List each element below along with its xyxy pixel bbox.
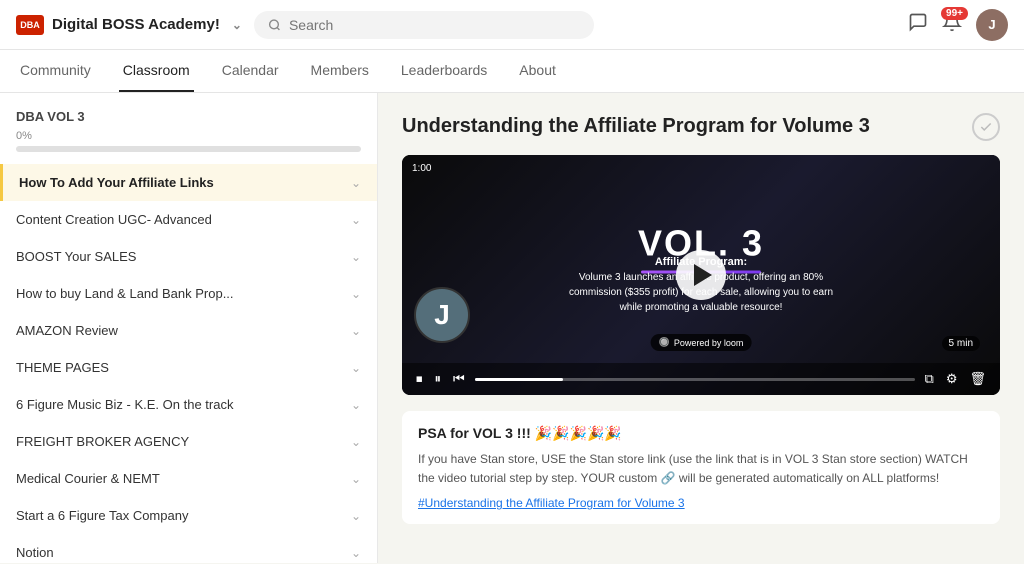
video-timestamp: 1:00 <box>412 163 431 174</box>
search-bar[interactable] <box>254 11 594 39</box>
duration-badge: 5 min <box>942 336 980 351</box>
brand-icon: DBA <box>16 15 44 35</box>
progress-played <box>475 378 563 381</box>
chevron-icon-4: ⌄ <box>351 324 361 338</box>
nav-leaderboards[interactable]: Leaderboards <box>397 50 491 92</box>
brand-logo[interactable]: DBA Digital BOSS Academy! ⌄ <box>16 15 242 35</box>
video-controls: ⏹ ⏸ ⏮ ⧉ ⚙ 🗑 <box>402 363 1000 395</box>
avatar-j-letter: J <box>414 287 470 343</box>
topbar-right: 99+ J <box>908 9 1008 41</box>
topbar: DBA Digital BOSS Academy! ⌄ 99+ J <box>0 0 1024 50</box>
avatar[interactable]: J <box>976 9 1008 41</box>
course-label-9: Start a 6 Figure Tax Company <box>16 508 351 523</box>
pip-button[interactable]: ⧉ <box>923 369 936 389</box>
chat-icon <box>908 12 928 32</box>
course-label-5: THEME PAGES <box>16 360 351 375</box>
video-player[interactable]: 1:00 VOL. 3 Affiliate Program: Volume 3 … <box>402 155 1000 395</box>
pause-button[interactable]: ⏸ <box>433 369 444 389</box>
course-item-6[interactable]: 6 Figure Music Biz - K.E. On the track ⌄ <box>0 386 377 423</box>
course-label-6: 6 Figure Music Biz - K.E. On the track <box>16 397 351 412</box>
chevron-icon-10: ⌄ <box>351 546 361 560</box>
progress-label: 0% <box>16 130 361 142</box>
chevron-icon-0: ⌄ <box>351 176 361 190</box>
nav-about[interactable]: About <box>515 50 560 92</box>
nav-classroom[interactable]: Classroom <box>119 50 194 92</box>
rewind-button[interactable]: ⏮ <box>451 369 467 389</box>
course-label-1: Content Creation UGC- Advanced <box>16 212 351 227</box>
check-icon <box>979 120 993 134</box>
notification-badge: 99+ <box>941 7 968 20</box>
chevron-icon-1: ⌄ <box>351 213 361 227</box>
progress-bar-wrap: 0% <box>0 130 377 164</box>
course-item-1[interactable]: Content Creation UGC- Advanced ⌄ <box>0 201 377 238</box>
psa-body: If you have Stan store, USE the Stan sto… <box>418 450 984 488</box>
psa-title: PSA for VOL 3 !!! 🎉🎉🎉🎉🎉 <box>418 425 984 442</box>
stop-button[interactable]: ⏹ <box>414 369 425 389</box>
course-label-7: FREIGHT BROKER AGENCY <box>16 434 351 449</box>
course-label-2: BOOST Your SALES <box>16 249 351 264</box>
course-label-10: Notion <box>16 545 351 560</box>
chevron-icon-7: ⌄ <box>351 435 361 449</box>
chevron-icon-5: ⌄ <box>351 361 361 375</box>
nav-calendar[interactable]: Calendar <box>218 50 283 92</box>
sidebar-section-title: DBA VOL 3 <box>0 109 377 130</box>
course-item-10[interactable]: Notion ⌄ <box>0 534 377 563</box>
course-label-3: How to buy Land & Land Bank Prop... <box>16 286 351 301</box>
search-icon <box>268 18 281 32</box>
speaker-avatar: J <box>414 287 470 343</box>
video-title-row: Understanding the Affiliate Program for … <box>402 113 1000 141</box>
chevron-icon-9: ⌄ <box>351 509 361 523</box>
progress-track[interactable] <box>475 378 915 381</box>
chevron-icon-3: ⌄ <box>351 287 361 301</box>
search-input[interactable] <box>289 17 580 33</box>
course-label-4: AMAZON Review <box>16 323 351 338</box>
progress-bar <box>16 146 361 152</box>
nav-members[interactable]: Members <box>307 50 373 92</box>
course-label-0: How To Add Your Affiliate Links <box>19 175 351 190</box>
nav-community[interactable]: Community <box>16 50 95 92</box>
main-layout: DBA VOL 3 0% How To Add Your Affiliate L… <box>0 93 1024 563</box>
course-item-7[interactable]: FREIGHT BROKER AGENCY ⌄ <box>0 423 377 460</box>
chevron-icon-8: ⌄ <box>351 472 361 486</box>
chevron-down-icon: ⌄ <box>232 18 242 32</box>
complete-check[interactable] <box>972 113 1000 141</box>
play-button[interactable] <box>676 250 726 300</box>
course-label-8: Medical Courier & NEMT <box>16 471 351 486</box>
chat-button[interactable] <box>908 12 928 37</box>
settings-button[interactable]: ⚙ <box>944 369 960 389</box>
course-item-8[interactable]: Medical Courier & NEMT ⌄ <box>0 460 377 497</box>
notification-button[interactable]: 99+ <box>942 12 962 37</box>
loom-badge: 🔘 Powered by loom <box>651 334 752 351</box>
course-item-2[interactable]: BOOST Your SALES ⌄ <box>0 238 377 275</box>
sidebar: DBA VOL 3 0% How To Add Your Affiliate L… <box>0 93 378 563</box>
psa-card: PSA for VOL 3 !!! 🎉🎉🎉🎉🎉 If you have Stan… <box>402 411 1000 524</box>
main-content: Understanding the Affiliate Program for … <box>378 93 1024 563</box>
trash-button[interactable]: 🗑 <box>967 369 988 389</box>
course-item-9[interactable]: Start a 6 Figure Tax Company ⌄ <box>0 497 377 534</box>
course-item-4[interactable]: AMAZON Review ⌄ <box>0 312 377 349</box>
course-item-5[interactable]: THEME PAGES ⌄ <box>0 349 377 386</box>
brand-name: Digital BOSS Academy! <box>52 16 220 33</box>
course-item-3[interactable]: How to buy Land & Land Bank Prop... ⌄ <box>0 275 377 312</box>
chevron-icon-2: ⌄ <box>351 250 361 264</box>
video-title: Understanding the Affiliate Program for … <box>402 113 870 139</box>
main-nav: Community Classroom Calendar Members Lea… <box>0 50 1024 93</box>
course-item-0[interactable]: How To Add Your Affiliate Links ⌄ <box>0 164 377 201</box>
psa-link[interactable]: #Understanding the Affiliate Program for… <box>418 496 984 510</box>
chevron-icon-6: ⌄ <box>351 398 361 412</box>
